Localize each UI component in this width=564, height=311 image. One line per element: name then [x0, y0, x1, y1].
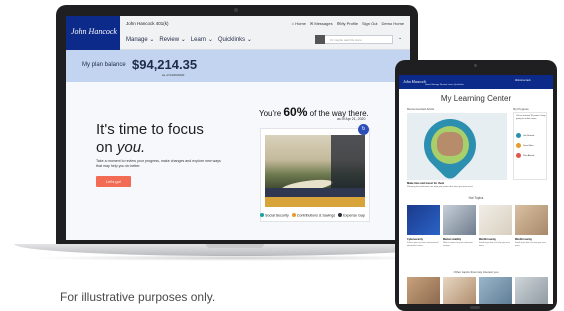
chevron-down-icon: ⌄: [246, 37, 252, 43]
menu-manage[interactable]: Manage ⌄: [126, 36, 154, 43]
menu-quicklinks[interactable]: Quicklinks ⌄: [218, 36, 252, 43]
topic-tile-title[interactable]: Mindful saving: [479, 238, 496, 241]
hot-topics-heading: Hot Topics: [468, 196, 484, 200]
nav-profile[interactable]: ⚙My Profile: [337, 21, 358, 26]
balance-value: $94,214.35: [132, 57, 198, 72]
info-badge-icon[interactable]: ↻: [358, 124, 369, 135]
laptop-screen: John Hancock John Hancock 401(k) ⌂ Home …: [66, 16, 410, 240]
lets-go-button[interactable]: Let's go!: [96, 176, 131, 187]
chevron-down-icon: ⌄: [180, 37, 186, 43]
envelope-icon: ✉: [309, 21, 314, 26]
chevron-down-icon: ⌄: [207, 37, 213, 43]
top-nav: John Hancock 401(k) ⌂ Home ✉ Messages ⚙M…: [120, 16, 410, 50]
nav-messages[interactable]: ✉ Messages: [310, 21, 333, 26]
nav-home[interactable]: ⌂ Home: [292, 21, 306, 26]
topic-tile-title[interactable]: Market volatility: [443, 238, 461, 241]
laptop-notch: [206, 244, 264, 248]
progress-item[interactable]: Get Started: [516, 133, 534, 138]
topic-tile-title[interactable]: Cybersecurity: [407, 238, 423, 241]
other-topic-thumb[interactable]: [407, 277, 440, 304]
nav-demo-home[interactable]: Demo Home: [382, 21, 404, 26]
article-body: Planning for retirement can help you pro…: [407, 186, 474, 188]
tablet-screen: John Hancock Home Manage Review Learn Qu…: [399, 75, 553, 304]
teal-dot-icon: [260, 213, 264, 217]
menu-learn[interactable]: Learn ⌄: [191, 36, 213, 43]
other-topic-thumb[interactable]: [443, 277, 476, 304]
legend-expense-gap: Expense Gap: [338, 213, 365, 218]
balance-label: My plan balance: [82, 62, 126, 68]
topic-tile-title[interactable]: Mindful saving: [515, 238, 532, 241]
brand-logo[interactable]: John Hancock: [71, 27, 117, 36]
topic-tile-desc: Protect your accounts and personal infor…: [407, 242, 439, 247]
focus-heading-line2: on you.: [96, 139, 146, 156]
orange-dot-icon: [291, 213, 296, 217]
other-topics-heading: Other topics that may interest you: [453, 270, 499, 274]
tablet-user: Welcome back: [515, 79, 531, 82]
chevron-down-icon: ⌄: [149, 37, 155, 43]
progress-as-of: as of Apr 21, 2020: [337, 117, 366, 121]
article-title[interactable]: Make time and invest for them: [407, 182, 444, 185]
topic-tile-desc: What it means for your retirement saving…: [443, 242, 473, 247]
balance-as-of: as of 04/20/2020: [162, 73, 185, 77]
plan-name: John Hancock 401(k): [126, 21, 169, 26]
tablet-logo[interactable]: John Hancock: [403, 79, 426, 84]
search-button[interactable]: [315, 35, 325, 44]
dark-dot-icon: [338, 213, 343, 217]
chevron-down-icon[interactable]: ⌄: [398, 35, 402, 41]
focus-heading-line1: It's time to focus: [96, 121, 204, 138]
progress-circle-icon: [516, 153, 521, 158]
progress-item[interactable]: Plan Ahead: [516, 153, 534, 158]
other-topic-thumb[interactable]: [515, 277, 548, 304]
topic-tile-image[interactable]: [407, 205, 440, 235]
main-nav: Manage ⌄ Review ⌄ Learn ⌄ Quicklinks ⌄: [126, 36, 252, 43]
gap-bar-gold: [265, 197, 365, 207]
tablet-nav[interactable]: Home Manage Review Learn Quicklinks: [425, 84, 464, 86]
family-photo: [437, 132, 463, 156]
nav-sign-out[interactable]: Sign Out: [362, 21, 378, 26]
progress-circle-icon: [516, 133, 521, 138]
laptop-shadow: [30, 255, 442, 261]
topic-tile-image[interactable]: [515, 205, 548, 235]
other-topic-thumb[interactable]: [479, 277, 512, 304]
progress-legend: Social Security Contributions & Savings …: [260, 213, 365, 218]
topic-tile-desc: Small steps that can help you save more.: [479, 242, 510, 247]
legend-contributions: Contributions & Savings: [291, 213, 335, 218]
search-input[interactable]: Or maybe ask this store: [315, 35, 393, 44]
gap-bar-dark: [265, 188, 365, 197]
topic-tile-desc: Small steps that can help you save more.: [515, 242, 546, 247]
home-icon: ⌂: [291, 21, 295, 26]
my-progress-label: My Progress: [513, 107, 529, 111]
focus-body: Take a moment to review your progress, m…: [96, 159, 221, 168]
laptop-camera: [234, 8, 238, 12]
tablet-home-indicator[interactable]: [470, 306, 480, 309]
utility-nav: ⌂ Home ✉ Messages ⚙My Profile Sign Out D…: [292, 21, 404, 26]
recommended-label: Recommended Article: [407, 107, 435, 111]
progress-circle-icon: [516, 143, 521, 148]
progress-text: You've earned 10 points. Keep going to u…: [516, 115, 546, 120]
topic-tile-image[interactable]: [479, 205, 512, 235]
legend-social-security: Social Security: [260, 213, 289, 218]
learning-center-title: My Learning Center: [440, 94, 512, 103]
tablet-camera: [474, 64, 477, 67]
menu-review[interactable]: Review ⌄: [159, 36, 185, 43]
brand-bar: John Hancock: [66, 16, 120, 50]
topic-tile-image[interactable]: [443, 205, 476, 235]
illustrative-caption: For illustrative purposes only.: [60, 290, 216, 304]
progress-item[interactable]: Save More: [516, 143, 534, 148]
